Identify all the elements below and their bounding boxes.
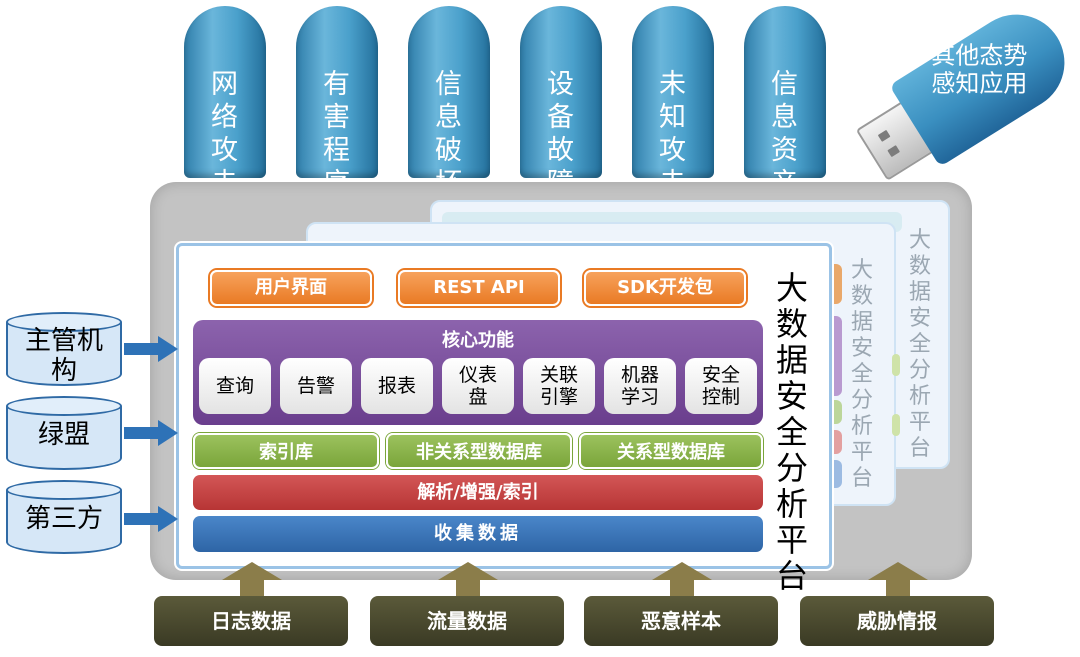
fn-dashboard: 仪表盘 [442,358,514,414]
usb-hole [877,129,891,142]
db-regulator: 主管机构 [6,312,122,390]
db-third-party: 第三方 [6,480,122,558]
interface-sdk: SDK开发包 [584,270,746,306]
ghost-bar [892,354,900,376]
app-pillar-malware: 有害程序态势 [296,6,378,265]
source-malware-samples: 恶意样本 [584,596,778,646]
db-top [6,480,122,500]
ghost-title: 大数据安全分析平台 [850,258,873,491]
arrow-right-icon [124,336,178,362]
arrow-up-icon [868,562,928,598]
arrow-right-icon [124,420,178,446]
store-nosql: 非关系型数据库 [386,433,572,469]
store-index: 索引库 [193,433,379,469]
ghost-bar [892,414,900,436]
ghost-title: 大数据安全分析平台 [908,228,931,461]
db-top [6,396,122,416]
fn-alert: 告警 [280,358,352,414]
core-title: 核心功能 [442,330,514,351]
arrow-up-icon [438,562,498,598]
app-pillar-device-fault: 设备故障追踪 [520,6,602,265]
fn-ml: 机器学习 [604,358,676,414]
usb-hole [887,145,901,158]
fn-label: 报表 [377,375,416,397]
arrow-right-icon [124,506,178,532]
fn-report: 报表 [361,358,433,414]
db-label: 主管机构 [24,326,103,386]
app-pillar-unknown-attack: 未知攻击态势 [632,6,714,265]
collect-data-bar: 收集数据 [193,516,763,552]
app-pillar-info-assets: 信息资产态势 [744,6,826,265]
parse-enrich-index-bar: 解析/增强/索引 [193,475,763,510]
source-traffic: 流量数据 [370,596,564,646]
fn-label: 关联引擎 [539,364,578,408]
interface-rest-api: REST API [398,270,560,306]
db-nsfocus: 绿盟 [6,396,122,474]
fn-label: 仪表盘 [458,364,497,408]
arrow-up-icon [652,562,712,598]
store-sql: 关系型数据库 [579,433,763,469]
app-pillar-info-damage: 信息破坏监测 [408,6,490,265]
fn-label: 安全控制 [701,364,740,408]
interface-user-ui: 用户界面 [210,270,372,306]
fn-label: 告警 [296,375,335,397]
fn-query: 查询 [199,358,271,414]
source-threat-intel: 威胁情报 [800,596,994,646]
source-logs: 日志数据 [154,596,348,646]
fn-security-control: 安全控制 [685,358,757,414]
db-label: 第三方 [24,504,103,534]
db-label: 绿盟 [37,420,90,450]
arrow-up-icon [222,562,282,598]
app-pillar-network-attack: 网络攻击态势 [184,6,266,265]
fn-label: 查询 [215,375,254,397]
platform-title: 大数据安全分析平台 [776,269,809,595]
fn-correlation: 关联引擎 [523,358,595,414]
usb-label: 其他态势感知应用 [931,41,1028,98]
fn-label: 机器学习 [620,364,659,408]
